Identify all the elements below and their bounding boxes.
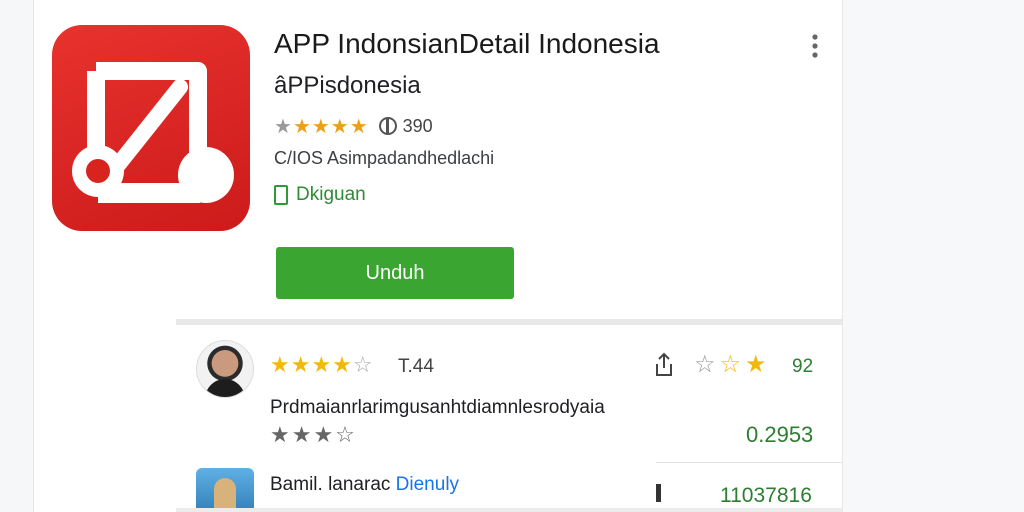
share-icon[interactable] — [654, 352, 674, 378]
helpful-stars[interactable]: ☆☆★ — [694, 350, 771, 379]
helpful-count: 92 — [792, 356, 814, 377]
app-developer[interactable]: âPPisdonesia — [274, 72, 421, 100]
device-icon — [274, 185, 288, 205]
review-count-2: 11037816 — [720, 484, 812, 507]
reviewer-link[interactable]: Dienuly — [396, 474, 459, 495]
review-sub-stars: ★★★☆ — [270, 422, 357, 447]
reviewer-avatar-2[interactable] — [196, 468, 254, 512]
rating-stars: ★★★★★ — [274, 115, 369, 138]
left-margin — [0, 0, 33, 512]
reviewer-name: Bamil. lanarac Dienuly — [270, 474, 459, 496]
app-logo-icon[interactable] — [52, 25, 250, 231]
more-options-icon[interactable] — [810, 33, 820, 59]
compatibility-tag: Dkiguan — [274, 184, 366, 206]
reviews-icon — [378, 117, 397, 135]
bottom-divider — [176, 508, 842, 512]
app-detail-card: APP IndonsianDetail Indonesia âPPisdones… — [33, 0, 843, 512]
info-icon — [656, 484, 661, 502]
review-score: T.44 — [398, 356, 434, 377]
install-button[interactable]: Unduh — [276, 247, 514, 299]
review-divider — [656, 462, 842, 463]
review-value: 0.2953 — [746, 422, 814, 447]
reviewer-name-text: Bamil. lanarac — [270, 474, 391, 495]
tag-label: Dkiguan — [296, 184, 366, 205]
review-text: Prdmaianrlarimgusanhtdiamnlesrodyaia — [270, 397, 605, 418]
review-stars: ★★★★☆ — [270, 352, 374, 377]
app-rating: ★★★★★ 390 — [274, 115, 433, 138]
right-margin — [842, 0, 1024, 512]
section-divider — [176, 319, 842, 325]
rating-count: 390 — [402, 115, 433, 136]
reviewer-avatar[interactable] — [196, 340, 254, 398]
app-title: APP IndonsianDetail Indonesia — [274, 28, 660, 59]
app-meta: C/IOS Asimpadandhedlachi — [274, 148, 495, 168]
